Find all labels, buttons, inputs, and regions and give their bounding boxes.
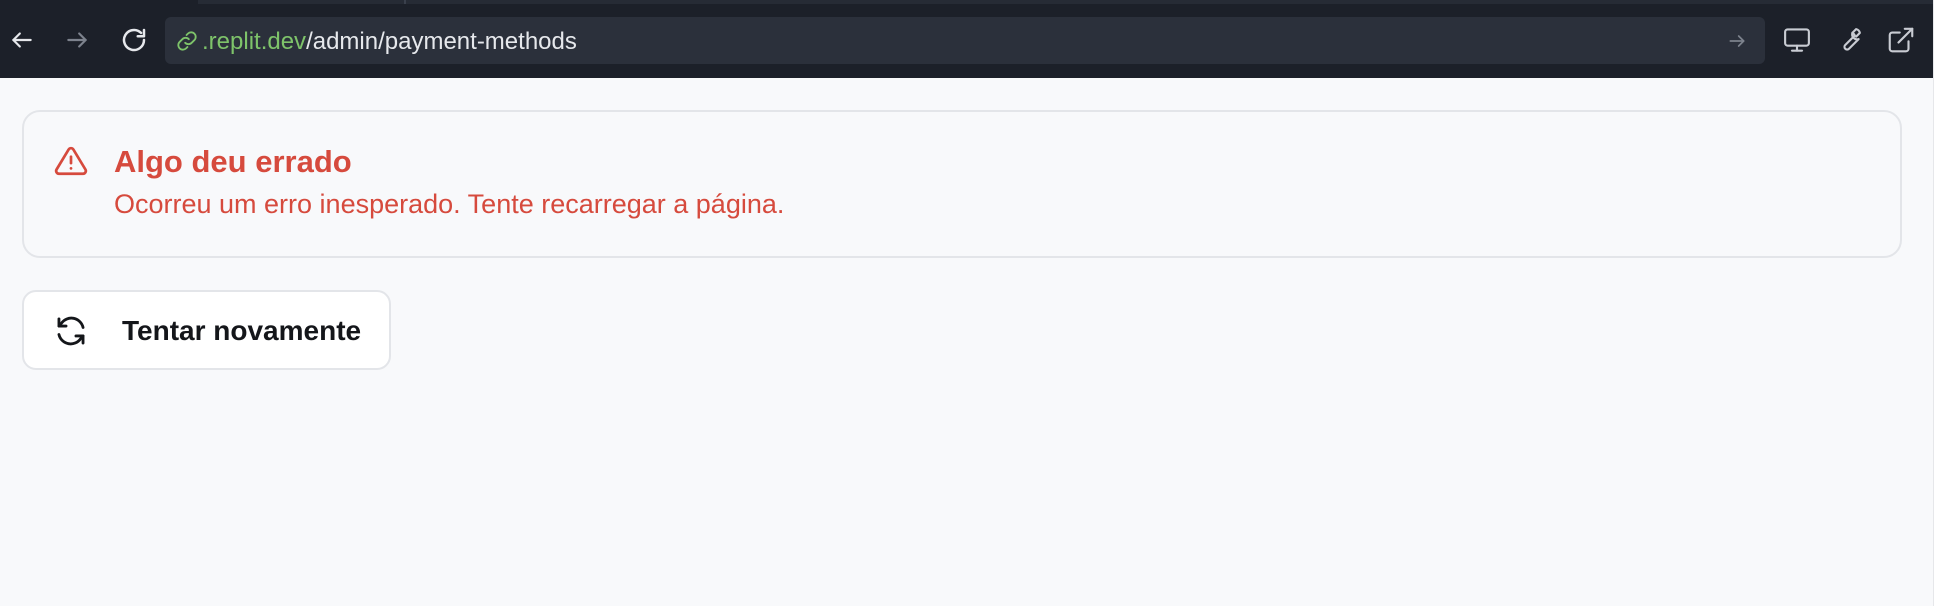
retry-button[interactable]: Tentar novamente [22, 290, 391, 370]
arrow-right-icon [1729, 35, 1745, 47]
open-external-button[interactable] [1881, 20, 1921, 60]
tab-strip-edge [198, 0, 1933, 4]
link-icon [173, 27, 201, 55]
device-preview-button[interactable] [1777, 20, 1817, 60]
page-content: Algo deu errado Ocorreu um erro inespera… [0, 78, 1933, 606]
refresh-icon [57, 316, 85, 346]
url-path: /admin/payment-methods [306, 28, 577, 55]
go-button[interactable] [1723, 27, 1751, 55]
retry-button-label: Tentar novamente [122, 315, 362, 346]
reload-button[interactable] [114, 20, 154, 60]
alert-title: Algo deu errado [114, 144, 352, 179]
warning-triangle-icon [54, 146, 88, 176]
tab-strip-separator [404, 0, 406, 4]
forward-button[interactable] [57, 20, 97, 60]
devtools-button[interactable] [1829, 20, 1869, 60]
arrow-right-icon [67, 32, 87, 48]
page-scrollbar[interactable] [1933, 0, 1950, 606]
address-url[interactable]: .replit.dev/admin/payment-methods [202, 28, 577, 56]
browser-toolbar: .replit.dev/admin/payment-methods [0, 0, 1933, 78]
error-alert: Algo deu errado Ocorreu um erro inespera… [22, 110, 1902, 258]
wrench-icon [1843, 28, 1861, 51]
address-bar[interactable]: .replit.dev/admin/payment-methods [165, 17, 1765, 64]
alert-description: Ocorreu um erro inesperado. Tente recarr… [114, 189, 785, 219]
back-button[interactable] [2, 20, 42, 60]
arrow-left-icon [12, 32, 32, 48]
monitor-icon [1784, 28, 1810, 52]
url-domain: .replit.dev [202, 28, 307, 55]
reload-icon [122, 28, 146, 52]
external-link-icon [1888, 27, 1914, 53]
